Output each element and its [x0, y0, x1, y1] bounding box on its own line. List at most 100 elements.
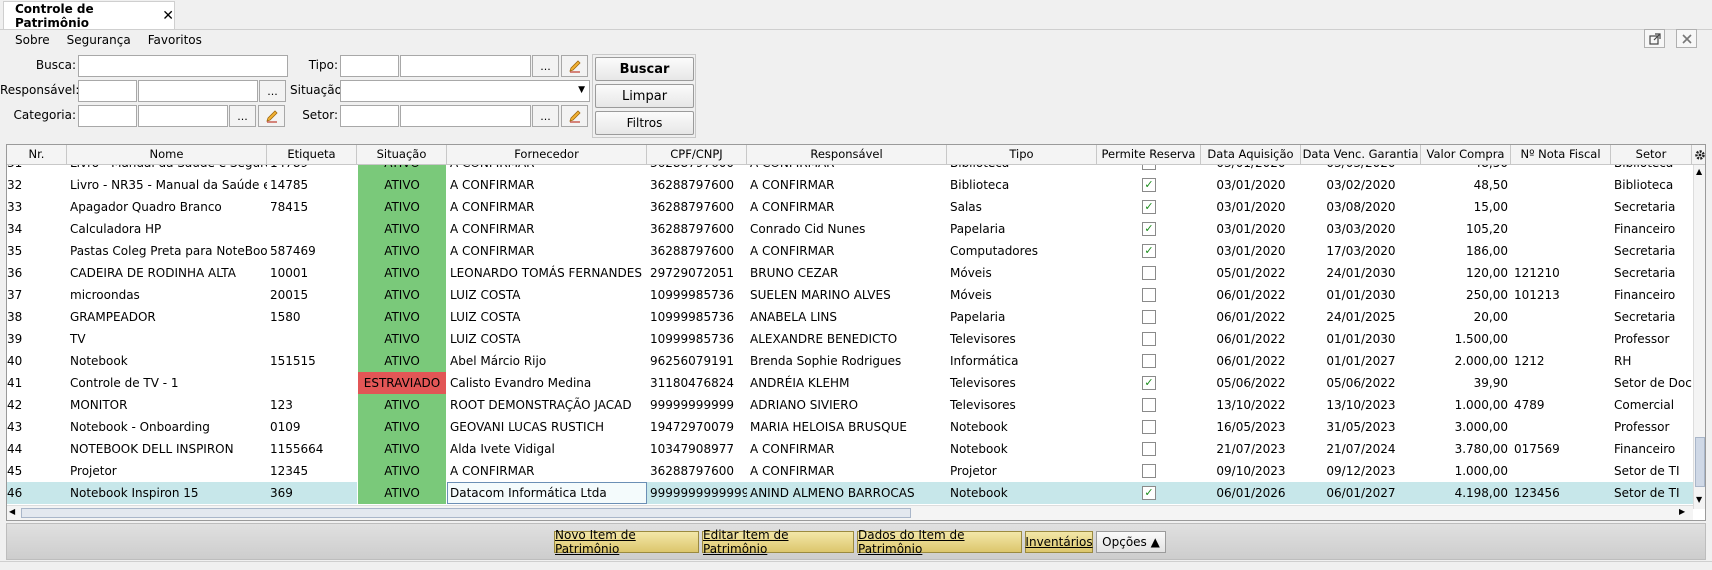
column-header[interactable]: Tipo — [947, 145, 1097, 164]
table-row[interactable]: 33 Apagador Quadro Branco 78415 ATIVO A CONF… — [7, 196, 1693, 218]
checked-checkbox-icon[interactable]: ✓ — [1142, 221, 1156, 236]
scroll-down-icon[interactable]: ▼ — [1696, 495, 1702, 504]
novo-item-button[interactable]: Novo Item de Patrimônio — [554, 528, 699, 556]
column-header[interactable]: Etiqueta — [267, 145, 357, 164]
table-row[interactable]: 45 Projetor 12345 ATIVO A CONFIRMAR 362887976… — [7, 460, 1693, 482]
checked-checkbox-icon[interactable]: ✓ — [1142, 177, 1156, 192]
table-row[interactable]: 32 Livro - NR35 - Manual da Saúde e S...1… — [7, 174, 1693, 196]
table-row[interactable]: 36 CADEIRA DE RODINHA ALTA 10001 ATIVO LEONA… — [7, 262, 1693, 284]
setor-edit-pencil-icon[interactable] — [561, 105, 588, 127]
column-header[interactable]: Fornecedor — [447, 145, 647, 164]
vertical-scrollbar[interactable]: ▲ ▼ — [1693, 165, 1705, 509]
table-row[interactable]: 34 Calculadora HP ATIVO A CONFIRMAR 36288797… — [7, 218, 1693, 240]
scroll-up-icon[interactable]: ▲ — [1696, 167, 1702, 176]
setor-code-input[interactable] — [340, 105, 399, 127]
table-cell: 34 — [7, 222, 23, 236]
categoria-edit-pencil-icon[interactable] — [258, 105, 285, 127]
opcoes-button[interactable]: Opções ▲ — [1096, 531, 1166, 553]
vertical-scroll-thumb[interactable] — [1695, 437, 1705, 487]
setor-name-input[interactable] — [400, 105, 531, 127]
categoria-name-input[interactable] — [138, 105, 228, 127]
tab-controle-patrimonio[interactable]: Controle de Patrimônio ✕ — [3, 1, 175, 30]
permite-reserva-cell: ✓ — [1097, 196, 1201, 218]
menu-favoritos[interactable]: Favoritos — [148, 33, 202, 47]
categoria-code-input[interactable] — [78, 105, 137, 127]
responsavel-name-input[interactable] — [138, 80, 258, 102]
setor-search-button[interactable]: ... — [532, 105, 559, 127]
table-cell: Brenda Sophie Rodrigues — [750, 354, 902, 368]
scroll-right-icon[interactable]: ▶ — [1679, 507, 1685, 516]
tipo-name-input[interactable] — [400, 55, 531, 77]
buscar-button[interactable]: Buscar — [595, 57, 694, 81]
tipo-search-button[interactable]: ... — [532, 55, 559, 77]
unchecked-checkbox-icon[interactable] — [1142, 309, 1156, 324]
column-header[interactable]: CPF/CNPJ — [647, 145, 747, 164]
table-row[interactable]: 40 Notebook 151515 ATIVO Abel Márcio Rijo 962… — [7, 350, 1693, 372]
checked-checkbox-icon[interactable]: ✓ — [1142, 199, 1156, 214]
unchecked-checkbox-icon[interactable] — [1142, 397, 1156, 412]
column-header[interactable]: Situação — [357, 145, 447, 164]
checked-checkbox-icon[interactable]: ✓ — [1142, 165, 1156, 170]
table-cell: Televisores — [950, 376, 1016, 390]
checked-checkbox-icon[interactable]: ✓ — [1142, 375, 1156, 390]
horizontal-scrollbar[interactable]: ◀ ▶ — [7, 505, 1693, 520]
column-header[interactable]: Responsável — [747, 145, 947, 164]
situacao-select[interactable]: ▼ — [340, 80, 590, 102]
column-header[interactable]: Valor Compra — [1421, 145, 1511, 164]
unchecked-checkbox-icon[interactable] — [1142, 441, 1156, 456]
close-window-icon[interactable] — [1676, 29, 1697, 48]
unchecked-checkbox-icon[interactable] — [1142, 331, 1156, 346]
horizontal-scroll-thumb[interactable] — [21, 508, 911, 518]
busca-input[interactable] — [78, 55, 288, 77]
menu-sobre[interactable]: Sobre — [15, 33, 50, 47]
popout-icon[interactable] — [1644, 29, 1665, 48]
table-row[interactable]: 42 MONITOR 123 ATIVO ROOT DEMONSTRAÇÃO JACAD… — [7, 394, 1693, 416]
column-settings-gear-icon[interactable] — [1693, 145, 1705, 164]
unchecked-checkbox-icon[interactable] — [1142, 287, 1156, 302]
column-header[interactable]: Data Venc. Garantia — [1301, 145, 1421, 164]
limpar-button[interactable]: Limpar — [595, 84, 694, 108]
table-row[interactable]: 37 microondas 20015 ATIVO LUIZ COSTA 10999985… — [7, 284, 1693, 306]
table-row[interactable]: 39 TV ATIVO LUIZ COSTA 10999985736 ALEXANDRE … — [7, 328, 1693, 350]
table-cell: 14785 — [270, 178, 309, 192]
table-row[interactable]: 38 GRAMPEADOR 1580 ATIVO LUIZ COSTA 109999857… — [7, 306, 1693, 328]
table-cell: 03/03/2020 — [1326, 222, 1396, 236]
tipo-code-input[interactable] — [340, 55, 399, 77]
table-row[interactable]: 31Livro - Manual da Saúde e Seguran...14… — [7, 165, 1693, 174]
unchecked-checkbox-icon[interactable] — [1142, 419, 1156, 434]
column-header[interactable]: Nome — [67, 145, 267, 164]
table-row[interactable]: 46 Notebook Inspiron 15 369 ATIVO Datacom In… — [7, 482, 1693, 504]
dados-item-button[interactable]: Dados do Item de Patrimônio — [857, 528, 1022, 556]
checked-checkbox-icon[interactable]: ✓ — [1142, 243, 1156, 258]
editar-item-button[interactable]: Editar Item de Patrimônio — [702, 528, 854, 556]
table-row[interactable]: 44 NOTEBOOK DELL INSPIRON 1155664 ATIVO Alda… — [7, 438, 1693, 460]
table-cell: A CONFIRMAR — [450, 178, 535, 192]
menu-seguranca[interactable]: Segurança — [67, 33, 131, 47]
responsavel-search-button[interactable]: ... — [259, 80, 286, 102]
table-row[interactable]: 35 Pastas Coleg Preta para NoteBook 587469… — [7, 240, 1693, 262]
responsavel-code-input[interactable] — [78, 80, 137, 102]
table-cell: Notebook Inspiron 15 — [70, 486, 199, 500]
table-cell: 101213 — [1514, 288, 1560, 302]
unchecked-checkbox-icon[interactable] — [1142, 353, 1156, 368]
table-cell: 36288797600 — [650, 178, 734, 192]
categoria-search-button[interactable]: ... — [229, 105, 256, 127]
column-header[interactable]: Nº Nota Fiscal — [1511, 145, 1611, 164]
tipo-edit-pencil-icon[interactable] — [561, 55, 588, 77]
scroll-left-icon[interactable]: ◀ — [9, 507, 15, 516]
close-tab-icon[interactable]: ✕ — [162, 8, 174, 24]
inventarios-button[interactable]: Inventários — [1025, 531, 1093, 553]
menu-bar: Sobre Segurança Favoritos — [0, 29, 1712, 51]
unchecked-checkbox-icon[interactable] — [1142, 463, 1156, 478]
table-row[interactable]: 43 Notebook - Onboarding 0109 ATIVO GEOVANI … — [7, 416, 1693, 438]
checked-checkbox-icon[interactable]: ✓ — [1142, 485, 1156, 500]
column-header[interactable]: Permite Reserva — [1097, 145, 1201, 164]
filtros-button[interactable]: Filtros — [595, 111, 694, 135]
table-row[interactable]: 41 Controle de TV - 1 ESTRAVIADO Calisto Ev… — [7, 372, 1693, 394]
busca-label: Busca: — [35, 58, 76, 72]
unchecked-checkbox-icon[interactable] — [1142, 265, 1156, 280]
column-header[interactable]: Setor — [1611, 145, 1692, 164]
column-header[interactable]: Nr. — [7, 145, 67, 164]
column-header[interactable]: Data Aquisição — [1201, 145, 1301, 164]
permite-reserva-cell: ✓ — [1097, 165, 1201, 174]
